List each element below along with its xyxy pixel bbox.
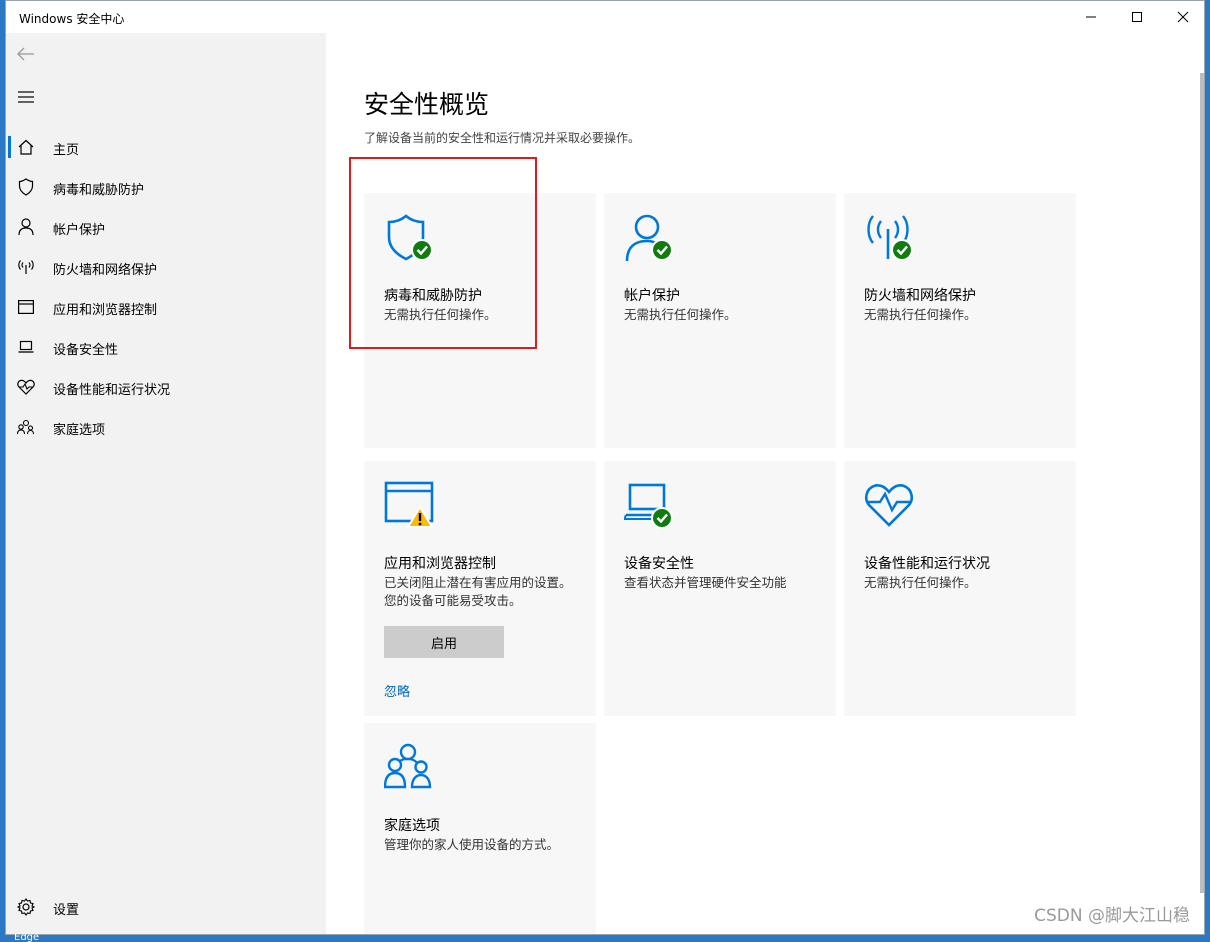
- family-icon: [383, 743, 440, 799]
- hamburger-icon: [18, 91, 34, 103]
- maximize-button[interactable]: [1114, 1, 1160, 33]
- card-device-security[interactable]: 设备安全性 查看状态并管理硬件安全功能: [604, 461, 836, 716]
- sidebar-item-label: 设备安全性: [53, 343, 119, 358]
- family-icon: [17, 418, 35, 436]
- main-content: 安全性概览 了解设备当前的安全性和运行情况并采取必要操作。 病毒和威胁防护 无需…: [326, 33, 1204, 934]
- sidebar-item-label: 防火墙和网络保护: [53, 263, 158, 278]
- laptop-icon: [17, 338, 35, 356]
- sidebar-item-app-browser[interactable]: 应用和浏览器控制: [6, 287, 326, 327]
- card-virus-protection[interactable]: 病毒和威胁防护 无需执行任何操作。: [364, 193, 596, 448]
- sidebar-item-label: 病毒和威胁防护: [53, 183, 145, 198]
- card-desc: 无需执行任何操作。: [864, 575, 977, 590]
- sidebar-item-label: 主页: [53, 143, 80, 158]
- card-title: 设备性能和运行状况: [864, 556, 990, 572]
- card-title: 设备安全性: [624, 556, 694, 572]
- card-desc: 已关闭阻止潜在有害应用的设置。您的设备可能易受攻击。: [384, 575, 572, 608]
- menu-button[interactable]: [14, 85, 38, 109]
- sidebar-item-label: 设备性能和运行状况: [53, 383, 171, 398]
- laptop-check-icon: [623, 481, 680, 537]
- sidebar-item-device-security[interactable]: 设备安全性: [6, 327, 326, 367]
- sidebar-item-device-health[interactable]: 设备性能和运行状况: [6, 367, 326, 407]
- taskbar-edge-label: Edge: [14, 932, 40, 942]
- antenna-check-icon: [864, 213, 920, 269]
- dismiss-link[interactable]: 忽略: [384, 681, 410, 700]
- scrollbar[interactable]: [1200, 73, 1204, 893]
- sidebar-item-virus-protection[interactable]: 病毒和威胁防护: [6, 167, 326, 207]
- security-center-window: Windows 安全中心 主页 病毒和威胁防护 帐户保护 防火墙和网络保护 应用…: [5, 0, 1205, 935]
- sidebar: 主页 病毒和威胁防护 帐户保护 防火墙和网络保护 应用和浏览器控制 设备安全性 …: [6, 33, 326, 934]
- heart-pulse-icon: [864, 481, 920, 537]
- page-subtitle: 了解设备当前的安全性和运行情况并采取必要操作。: [364, 131, 641, 145]
- minimize-button[interactable]: [1068, 1, 1114, 33]
- back-arrow-icon: [17, 47, 34, 61]
- card-account-protection[interactable]: 帐户保护 无需执行任何操作。: [604, 193, 836, 448]
- page-title: 安全性概览: [364, 90, 490, 119]
- card-title: 应用和浏览器控制: [384, 556, 496, 572]
- card-family[interactable]: 家庭选项 管理你的家人使用设备的方式。: [364, 723, 596, 934]
- close-button[interactable]: [1160, 1, 1204, 33]
- person-check-icon: [624, 213, 680, 269]
- card-firewall[interactable]: 防火墙和网络保护 无需执行任何操作。: [844, 193, 1076, 448]
- title-bar: Windows 安全中心: [6, 1, 1204, 33]
- maximize-icon: [1132, 12, 1142, 22]
- card-title: 帐户保护: [624, 288, 680, 304]
- sidebar-item-settings[interactable]: 设置: [6, 887, 326, 927]
- card-desc: 无需执行任何操作。: [864, 307, 977, 322]
- gear-icon: [17, 898, 35, 916]
- enable-button[interactable]: 启用: [384, 626, 504, 658]
- card-title: 家庭选项: [384, 818, 440, 834]
- home-icon: [17, 138, 35, 156]
- back-button[interactable]: [14, 41, 38, 67]
- antenna-icon: [17, 258, 35, 276]
- close-icon: [1177, 11, 1189, 23]
- shield-check-icon: [384, 213, 440, 269]
- minimize-icon: [1086, 16, 1096, 18]
- person-icon: [17, 218, 35, 236]
- card-title: 病毒和威胁防护: [384, 288, 482, 304]
- browser-warning-icon: [384, 481, 440, 537]
- sidebar-item-family[interactable]: 家庭选项: [6, 407, 326, 447]
- watermark: CSDN @脚大江山稳: [1034, 906, 1190, 926]
- sidebar-item-home[interactable]: 主页: [6, 127, 326, 167]
- card-desc: 无需执行任何操作。: [384, 307, 497, 322]
- sidebar-item-label: 帐户保护: [53, 223, 106, 238]
- sidebar-item-label: 应用和浏览器控制: [53, 303, 158, 318]
- card-desc: 管理你的家人使用设备的方式。: [384, 837, 560, 852]
- settings-label: 设置: [53, 903, 80, 918]
- browser-window-icon: [17, 298, 35, 316]
- sidebar-item-label: 家庭选项: [53, 423, 106, 438]
- card-title: 防火墙和网络保护: [864, 288, 976, 304]
- card-app-browser[interactable]: 应用和浏览器控制 已关闭阻止潜在有害应用的设置。您的设备可能易受攻击。 启用 忽…: [364, 461, 596, 716]
- card-device-health[interactable]: 设备性能和运行状况 无需执行任何操作。: [844, 461, 1076, 716]
- window-title: Windows 安全中心: [19, 12, 125, 26]
- heart-icon: [17, 378, 35, 396]
- card-desc: 无需执行任何操作。: [624, 307, 737, 322]
- card-desc: 查看状态并管理硬件安全功能: [624, 575, 787, 590]
- shield-icon: [17, 178, 35, 196]
- sidebar-item-account[interactable]: 帐户保护: [6, 207, 326, 247]
- sidebar-item-firewall[interactable]: 防火墙和网络保护: [6, 247, 326, 287]
